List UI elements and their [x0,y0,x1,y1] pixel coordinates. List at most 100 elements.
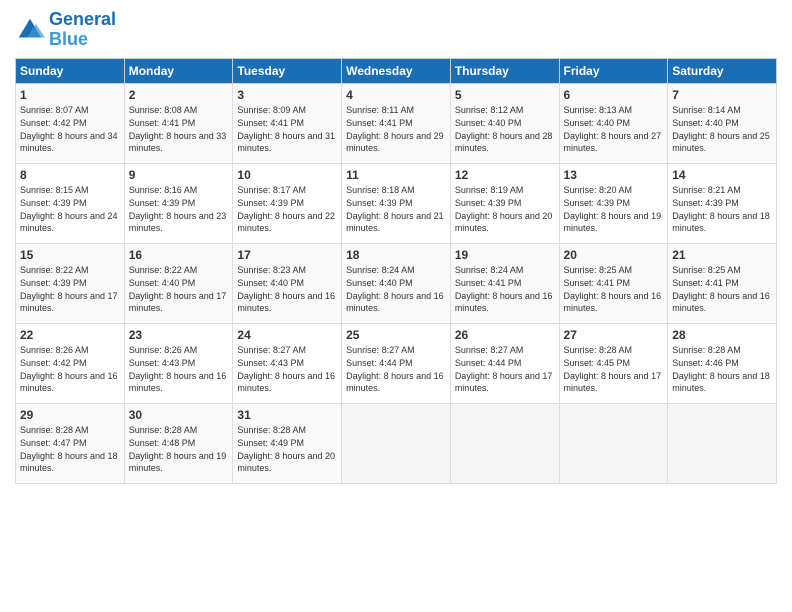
calendar-cell [342,403,451,483]
page-header: General Blue [15,10,777,50]
daylight-text: Daylight: 8 hours and 18 minutes. [672,370,772,395]
day-number: 19 [455,247,555,264]
sunrise-text: Sunrise: 8:27 AM [455,344,555,357]
sunrise-text: Sunrise: 8:09 AM [237,104,337,117]
calendar-week-row: 15Sunrise: 8:22 AMSunset: 4:39 PMDayligh… [16,243,777,323]
daylight-text: Daylight: 8 hours and 22 minutes. [237,210,337,235]
day-number: 4 [346,87,446,104]
daylight-text: Daylight: 8 hours and 17 minutes. [564,370,664,395]
day-number: 27 [564,327,664,344]
sunrise-text: Sunrise: 8:24 AM [346,264,446,277]
day-number: 12 [455,167,555,184]
calendar-header-row: SundayMondayTuesdayWednesdayThursdayFrid… [16,58,777,83]
daylight-text: Daylight: 8 hours and 23 minutes. [129,210,229,235]
calendar-cell: 13Sunrise: 8:20 AMSunset: 4:39 PMDayligh… [559,163,668,243]
day-number: 2 [129,87,229,104]
sunrise-text: Sunrise: 8:20 AM [564,184,664,197]
calendar-cell: 27Sunrise: 8:28 AMSunset: 4:45 PMDayligh… [559,323,668,403]
calendar-cell: 11Sunrise: 8:18 AMSunset: 4:39 PMDayligh… [342,163,451,243]
sunrise-text: Sunrise: 8:12 AM [455,104,555,117]
sunset-text: Sunset: 4:48 PM [129,437,229,450]
calendar-cell: 12Sunrise: 8:19 AMSunset: 4:39 PMDayligh… [450,163,559,243]
sunset-text: Sunset: 4:40 PM [564,117,664,130]
day-number: 23 [129,327,229,344]
daylight-text: Daylight: 8 hours and 34 minutes. [20,130,120,155]
sunrise-text: Sunrise: 8:28 AM [564,344,664,357]
daylight-text: Daylight: 8 hours and 27 minutes. [564,130,664,155]
sunrise-text: Sunrise: 8:17 AM [237,184,337,197]
daylight-text: Daylight: 8 hours and 20 minutes. [455,210,555,235]
calendar-table: SundayMondayTuesdayWednesdayThursdayFrid… [15,58,777,484]
day-number: 10 [237,167,337,184]
daylight-text: Daylight: 8 hours and 16 minutes. [129,370,229,395]
calendar-cell: 26Sunrise: 8:27 AMSunset: 4:44 PMDayligh… [450,323,559,403]
sunset-text: Sunset: 4:39 PM [564,197,664,210]
day-number: 1 [20,87,120,104]
sunset-text: Sunset: 4:41 PM [564,277,664,290]
sunset-text: Sunset: 4:39 PM [20,197,120,210]
calendar-week-row: 1Sunrise: 8:07 AMSunset: 4:42 PMDaylight… [16,83,777,163]
sunrise-text: Sunrise: 8:08 AM [129,104,229,117]
day-number: 14 [672,167,772,184]
day-number: 20 [564,247,664,264]
weekday-header: Monday [124,58,233,83]
day-number: 21 [672,247,772,264]
sunset-text: Sunset: 4:41 PM [129,117,229,130]
calendar-cell: 18Sunrise: 8:24 AMSunset: 4:40 PMDayligh… [342,243,451,323]
sunrise-text: Sunrise: 8:22 AM [129,264,229,277]
sunrise-text: Sunrise: 8:22 AM [20,264,120,277]
calendar-week-row: 29Sunrise: 8:28 AMSunset: 4:47 PMDayligh… [16,403,777,483]
calendar-cell: 7Sunrise: 8:14 AMSunset: 4:40 PMDaylight… [668,83,777,163]
sunrise-text: Sunrise: 8:16 AM [129,184,229,197]
day-number: 17 [237,247,337,264]
daylight-text: Daylight: 8 hours and 19 minutes. [129,450,229,475]
sunset-text: Sunset: 4:40 PM [237,277,337,290]
calendar-cell [668,403,777,483]
sunset-text: Sunset: 4:40 PM [455,117,555,130]
daylight-text: Daylight: 8 hours and 16 minutes. [20,370,120,395]
sunset-text: Sunset: 4:39 PM [346,197,446,210]
sunset-text: Sunset: 4:43 PM [129,357,229,370]
day-number: 26 [455,327,555,344]
daylight-text: Daylight: 8 hours and 16 minutes. [346,370,446,395]
sunset-text: Sunset: 4:41 PM [346,117,446,130]
sunrise-text: Sunrise: 8:24 AM [455,264,555,277]
calendar-cell: 4Sunrise: 8:11 AMSunset: 4:41 PMDaylight… [342,83,451,163]
sunset-text: Sunset: 4:42 PM [20,117,120,130]
sunset-text: Sunset: 4:39 PM [455,197,555,210]
daylight-text: Daylight: 8 hours and 21 minutes. [346,210,446,235]
weekday-header: Wednesday [342,58,451,83]
calendar-cell: 17Sunrise: 8:23 AMSunset: 4:40 PMDayligh… [233,243,342,323]
calendar-cell: 10Sunrise: 8:17 AMSunset: 4:39 PMDayligh… [233,163,342,243]
calendar-cell [450,403,559,483]
day-number: 7 [672,87,772,104]
daylight-text: Daylight: 8 hours and 28 minutes. [455,130,555,155]
daylight-text: Daylight: 8 hours and 16 minutes. [672,290,772,315]
sunrise-text: Sunrise: 8:19 AM [455,184,555,197]
sunset-text: Sunset: 4:42 PM [20,357,120,370]
sunset-text: Sunset: 4:41 PM [237,117,337,130]
day-number: 28 [672,327,772,344]
calendar-week-row: 22Sunrise: 8:26 AMSunset: 4:42 PMDayligh… [16,323,777,403]
sunrise-text: Sunrise: 8:27 AM [237,344,337,357]
daylight-text: Daylight: 8 hours and 17 minutes. [455,370,555,395]
daylight-text: Daylight: 8 hours and 16 minutes. [237,290,337,315]
sunrise-text: Sunrise: 8:07 AM [20,104,120,117]
daylight-text: Daylight: 8 hours and 17 minutes. [129,290,229,315]
daylight-text: Daylight: 8 hours and 17 minutes. [20,290,120,315]
daylight-text: Daylight: 8 hours and 24 minutes. [20,210,120,235]
daylight-text: Daylight: 8 hours and 31 minutes. [237,130,337,155]
daylight-text: Daylight: 8 hours and 18 minutes. [672,210,772,235]
day-number: 5 [455,87,555,104]
calendar-cell: 14Sunrise: 8:21 AMSunset: 4:39 PMDayligh… [668,163,777,243]
day-number: 3 [237,87,337,104]
day-number: 9 [129,167,229,184]
day-number: 15 [20,247,120,264]
sunrise-text: Sunrise: 8:15 AM [20,184,120,197]
daylight-text: Daylight: 8 hours and 16 minutes. [237,370,337,395]
day-number: 22 [20,327,120,344]
calendar-cell [559,403,668,483]
calendar-cell: 3Sunrise: 8:09 AMSunset: 4:41 PMDaylight… [233,83,342,163]
sunset-text: Sunset: 4:41 PM [455,277,555,290]
calendar-cell: 21Sunrise: 8:25 AMSunset: 4:41 PMDayligh… [668,243,777,323]
